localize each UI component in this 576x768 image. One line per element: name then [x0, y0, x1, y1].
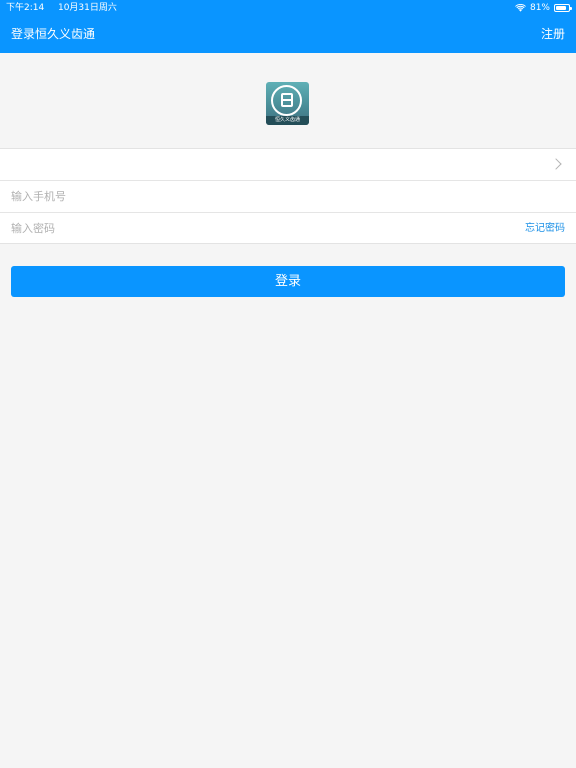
- battery-percent: 81%: [529, 3, 550, 13]
- nav-bar: 登录恒久义齿通 注册: [0, 16, 576, 53]
- account-selector-value: [11, 149, 491, 180]
- status-bar: 下午2:14 10月31日周六 81%: [0, 0, 576, 16]
- page-title: 登录恒久义齿通: [11, 27, 96, 41]
- status-time-date: 下午2:14 10月31日周六: [6, 0, 117, 16]
- wifi-icon: [515, 4, 526, 12]
- battery-icon: [554, 4, 572, 12]
- status-indicators: 81%: [515, 0, 572, 16]
- battery-level: [556, 6, 566, 10]
- status-date: 10月31日周六: [57, 3, 117, 13]
- phone-row: [0, 181, 576, 213]
- phone-input[interactable]: [11, 181, 491, 212]
- logo-circle: [271, 85, 302, 116]
- login-form: 忘记密码: [0, 148, 576, 244]
- password-row: 忘记密码: [0, 213, 576, 245]
- battery-tip: [570, 7, 572, 10]
- logo-glyph-bar: [283, 99, 291, 101]
- password-input[interactable]: [11, 213, 431, 244]
- app-logo: 恒久义齿通: [266, 82, 309, 125]
- logo-caption: 恒久义齿通: [274, 117, 300, 123]
- status-time: 下午2:14: [6, 3, 45, 13]
- chevron-right-icon: [550, 158, 562, 170]
- register-button[interactable]: 注册: [541, 16, 565, 53]
- account-selector-row[interactable]: [0, 149, 576, 181]
- forgot-password-link[interactable]: 忘记密码: [525, 213, 565, 244]
- login-button[interactable]: 登录: [11, 266, 565, 297]
